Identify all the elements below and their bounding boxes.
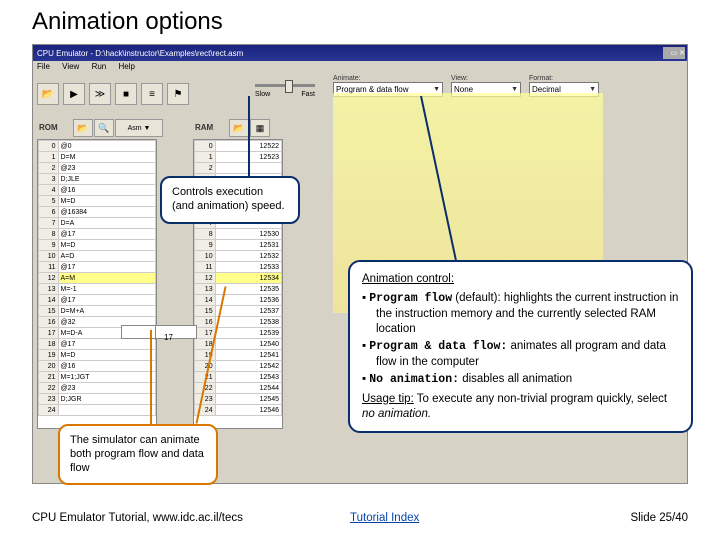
callout-animate: The simulator can animate both program f… [58,424,218,485]
speed-slow-label: Slow [255,91,270,98]
table-row: 1712539 [195,328,282,339]
speed-slider[interactable]: Slow Fast [255,80,315,98]
table-row: 4@16 [39,185,156,196]
rom-table: 0@01D=M2@233D;JLE4@165M=D6@163847D=A8@17… [37,139,157,429]
table-row: 2@23 [39,163,156,174]
footer-tutorial-index-link[interactable]: Tutorial Index [350,512,419,524]
table-row: 1D=M [39,152,156,163]
table-row: 9M=D [39,240,156,251]
view-label: View: [451,75,521,82]
anim-control-head: Animation control: [362,272,679,287]
table-row: 7D=A [39,218,156,229]
rom-label: ROM [39,123,58,132]
window-controls-icon: ▭ ✕ [663,47,685,59]
table-row: 2312545 [195,394,282,405]
anim-opt-program-data-flow: Program & data flow: animates all progra… [362,339,679,370]
table-row: 20@16 [39,361,156,372]
table-row: 112523 [195,152,282,163]
table-row: 1112533 [195,262,282,273]
table-row: 912531 [195,240,282,251]
chevron-down-icon: ▼ [433,86,440,93]
table-row: 012522 [195,141,282,152]
window-titlebar: CPU Emulator - D:\hack\instructor\Exampl… [33,45,687,61]
opt2-name: Program & data flow: [369,340,507,353]
opt1-name: Program flow [369,292,452,305]
table-row: 2212544 [195,383,282,394]
table-row: 15D=M+A [39,306,156,317]
chevron-down-icon: ▼ [511,86,518,93]
table-row: 11@17 [39,262,156,273]
table-row: 18@17 [39,339,156,350]
slide-title: Animation options [32,8,223,36]
table-row: 1212534 [195,273,282,284]
step-icon[interactable]: ▶ [63,83,85,105]
callout-pointer [248,96,250,178]
animate-label: Animate: [333,75,443,82]
rom-find-icon[interactable]: 🔍 [94,119,114,137]
callout-animate-text: The simulator can animate both program f… [70,434,204,474]
menu-run[interactable]: Run [92,62,107,71]
table-row: 23D;JGR [39,394,156,405]
toolbar: 📂 ▶ ≫ ■ ≡ ⚑ [35,77,191,111]
callout-speed-text: Controls execution (and animation) speed… [172,186,285,212]
table-row: 8@17 [39,229,156,240]
table-row: 5M=D [39,196,156,207]
table-row: 812530 [195,229,282,240]
table-row: 3D;JLE [39,174,156,185]
opt3-name: No animation: [369,373,459,386]
table-row: 1912541 [195,350,282,361]
stop-icon[interactable]: ■ [115,83,137,105]
ram-open-icon[interactable]: 📂 [229,119,249,137]
callout-animation-control: Animation control: Program flow (default… [348,260,693,433]
table-row: 0@0 [39,141,156,152]
breakpoint-icon[interactable]: ⚑ [167,83,189,105]
table-row: 12A=M [39,273,156,284]
callout-speed: Controls execution (and animation) speed… [160,176,300,224]
opt3-desc: disables all animation [459,373,572,385]
window-title: CPU Emulator - D:\hack\instructor\Exampl… [37,49,243,58]
register-right: 17 [156,331,181,345]
menu-file[interactable]: File [37,62,50,71]
table-row: 2412546 [195,405,282,416]
tip-body: To execute any non-trivial program quick… [414,393,667,405]
table-row: 1612538 [195,317,282,328]
format-label: Format: [529,75,599,82]
chevron-down-icon: ▼ [589,86,596,93]
callout-pointer-orange [150,330,152,426]
open-icon[interactable]: 📂 [37,83,59,105]
menu-view[interactable]: View [62,62,79,71]
table-row: 1512537 [195,306,282,317]
run-icon[interactable]: ≫ [89,83,111,105]
rom-open-icon[interactable]: 📂 [73,119,93,137]
footer-slide-number: Slide 25/40 [630,512,688,524]
table-row: 13M=-1 [39,284,156,295]
ram-find-icon[interactable]: ▦ [250,119,270,137]
table-row: 22@23 [39,383,156,394]
table-row: 10A=D [39,251,156,262]
table-row: 1312535 [195,284,282,295]
footer: CPU Emulator Tutorial, www.idc.ac.il/tec… [0,512,720,532]
table-row: 21M=1;JGT [39,372,156,383]
anim-opt-no-animation: No animation: disables all animation [362,372,679,388]
anim-usage-tip: Usage tip: To execute any non-trivial pr… [362,392,679,422]
footer-left: CPU Emulator Tutorial, www.idc.ac.il/tec… [32,512,243,524]
table-row: 14@17 [39,295,156,306]
tip-head: Usage tip: [362,393,414,405]
anim-opt-program-flow: Program flow (default): highlights the c… [362,291,679,337]
table-row: 1012532 [195,251,282,262]
table-row: 2 [195,163,282,174]
ram-label: RAM [195,123,213,132]
menu-help[interactable]: Help [118,62,134,71]
speed-fast-label: Fast [301,91,315,98]
table-row: 1412536 [195,295,282,306]
reset-icon[interactable]: ≡ [141,83,163,105]
table-row: 6@16384 [39,207,156,218]
table-row: 1812540 [195,339,282,350]
register-box: 17 [121,325,197,339]
table-row: 19M=D [39,350,156,361]
rom-mode[interactable]: Asm ▼ [115,119,163,137]
menubar: File View Run Help [33,61,687,75]
table-row: 24 [39,405,156,416]
tip-tail: no animation. [362,408,431,420]
